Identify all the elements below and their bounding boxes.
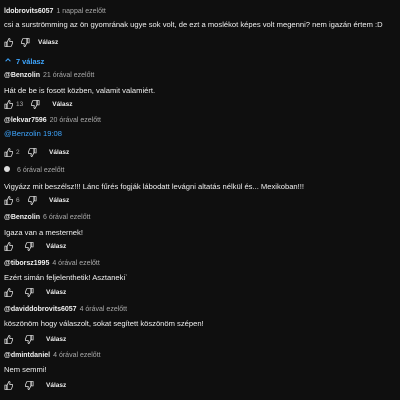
comment-actions: Válasz — [4, 334, 66, 344]
comment-actions: 13 Válasz — [4, 99, 72, 109]
thumbs-down-icon[interactable] — [25, 334, 34, 344]
comment-actions: Válasz — [4, 287, 66, 297]
comment-actions: Válasz — [4, 241, 66, 251]
comment-text: Ezért simán feljelenthetik! Asztaneki` — [4, 273, 128, 282]
thumbs-up-icon[interactable] — [4, 99, 13, 109]
comment-time[interactable]: 6 órával ezelőtt — [43, 214, 90, 221]
comment-time[interactable]: 4 órával ezelőtt — [80, 306, 127, 313]
comment-time[interactable]: 21 órával ezelőtt — [43, 72, 94, 79]
comment-author[interactable]: @Benzolin 21 órával ezelőtt — [4, 72, 94, 79]
comment-author[interactable]: @daviddobrovits6057 4 órával ezelőtt — [4, 306, 127, 313]
thumbs-down-icon[interactable] — [28, 195, 37, 205]
reply-button[interactable]: Válasz — [46, 289, 66, 296]
comment-actions: 2 Válasz — [4, 147, 69, 157]
comment-author[interactable]: ldobrovits6057 1 nappal ezelőtt — [4, 8, 106, 15]
comment-time[interactable]: 20 órával ezelőtt — [50, 117, 101, 124]
replies-toggle[interactable]: 7 válasz — [4, 56, 44, 66]
reply-button[interactable]: Válasz — [46, 382, 66, 389]
thumbs-down-icon[interactable] — [25, 241, 34, 251]
comment-text: Vigyázz mit beszélsz!!! Lánc fűrés fogjá… — [4, 182, 304, 191]
comment-actions: Válasz — [4, 37, 58, 47]
comment-author[interactable]: 6 órával ezelőtt — [4, 166, 64, 174]
like-count: 6 — [16, 196, 20, 204]
comment-time[interactable]: 1 nappal ezelőtt — [56, 8, 105, 15]
comment-text: köszönöm hogy válaszolt, sokat segített … — [4, 319, 204, 328]
avatar[interactable] — [4, 166, 10, 172]
mention-link[interactable]: @Benzolin — [4, 129, 41, 138]
comment-text: Igaza van a mesternek! — [4, 228, 83, 237]
like-count: 13 — [16, 100, 24, 108]
comment-time[interactable]: 4 órával ezelőtt — [53, 352, 100, 359]
reply-button[interactable]: Válasz — [38, 39, 58, 46]
reply-button[interactable]: Válasz — [46, 243, 66, 250]
thumbs-up-icon[interactable] — [4, 380, 13, 390]
thumbs-up-icon[interactable] — [4, 147, 13, 157]
reply-button[interactable]: Válasz — [49, 197, 69, 204]
comment-time[interactable]: 6 órával ezelőtt — [17, 167, 64, 174]
comment-text: @Benzolin 19:08 — [4, 129, 62, 138]
comment-author[interactable]: @Benzolin 6 órával ezelőtt — [4, 214, 90, 221]
comment-text: Nem semmi! — [4, 365, 47, 374]
thumbs-down-icon[interactable] — [31, 99, 40, 109]
thumbs-up-icon[interactable] — [4, 334, 13, 344]
thumbs-down-icon[interactable] — [21, 37, 30, 47]
comment-author[interactable]: @dmintdaniel 4 órával ezelőtt — [4, 352, 101, 359]
comment-time[interactable]: 4 órával ezelőtt — [52, 260, 99, 267]
chevron-up-icon — [4, 56, 12, 66]
comment-text: csi a surströmming az ön gyomrának ugye … — [4, 20, 383, 29]
thumbs-up-icon[interactable] — [4, 241, 13, 251]
thumbs-down-icon[interactable] — [25, 380, 34, 390]
like-count: 2 — [16, 148, 20, 156]
thumbs-up-icon[interactable] — [4, 287, 13, 297]
thumbs-down-icon[interactable] — [28, 147, 37, 157]
timestamp-link[interactable]: 19:08 — [43, 129, 62, 138]
comment-actions: 6 Válasz — [4, 195, 69, 205]
reply-button[interactable]: Válasz — [49, 149, 69, 156]
reply-button[interactable]: Válasz — [52, 101, 72, 108]
replies-label: 7 válasz — [16, 56, 45, 66]
thumbs-down-icon[interactable] — [25, 287, 34, 297]
thumbs-up-icon[interactable] — [4, 195, 13, 205]
reply-button[interactable]: Válasz — [46, 336, 66, 343]
comment-author[interactable]: @lekvar7596 20 órával ezelőtt — [4, 117, 101, 124]
comment-author[interactable]: @tiborsz1995 4 órával ezelőtt — [4, 260, 100, 267]
comment-actions: Válasz — [4, 380, 66, 390]
comment-text: Hát de be is fosott közben, valamit vala… — [4, 86, 156, 95]
thumbs-up-icon[interactable] — [4, 37, 13, 47]
